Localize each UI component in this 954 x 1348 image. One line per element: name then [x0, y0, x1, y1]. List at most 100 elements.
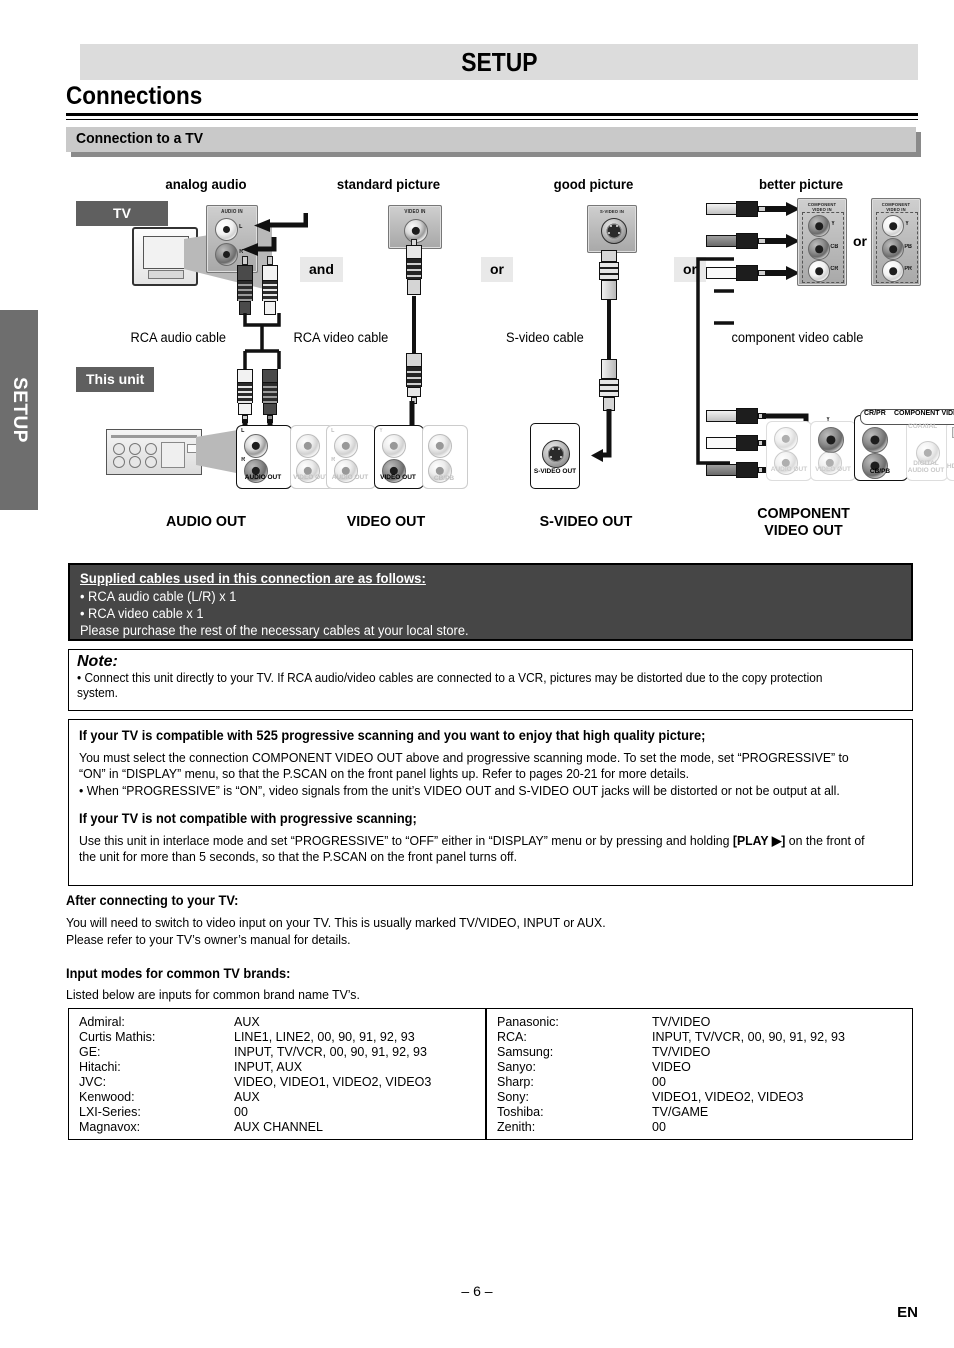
tv-s-video-in-panel: S-VIDEO IN: [587, 205, 637, 253]
brand-name: Panasonic:: [497, 1015, 559, 1029]
brand-inputs: LINE1, LINE2, 00, 90, 91, 92, 93: [234, 1030, 415, 1044]
arrow-s-video-out: [591, 409, 612, 462]
brand-name: Zenith:: [497, 1120, 536, 1134]
tv-comp-in-pb-jack: [882, 238, 904, 260]
brand-row: RCA: INPUT, TV/VCR, 00, 90, 91, 92, 93: [497, 1030, 902, 1045]
unit-audio-out-l-jack: [244, 434, 268, 458]
tv-comp-in-cb-label: CB: [830, 244, 839, 250]
unit-digital-audio-out-label: DIGITAL AUDIO OUT: [907, 460, 945, 474]
unit-illustration-audio: [106, 429, 202, 475]
brand-inputs: TV/VIDEO: [652, 1045, 711, 1059]
unit-audio-l-label: L: [241, 428, 245, 434]
out-label-s-video-out: S-VIDEO OUT: [539, 513, 633, 530]
page-banner: SETUP: [80, 44, 918, 80]
brand-row: Admiral: AUX: [79, 1015, 475, 1030]
out-label-video-out: VIDEO OUT: [346, 513, 426, 530]
brand-name: Sharp:: [497, 1075, 534, 1089]
unit-comp-crpr-jack: [862, 427, 888, 453]
progressive-scanning-box: If your TV is compatible with 525 progre…: [68, 719, 913, 886]
tv-component-in-caption-2: COMPONENT VIDEO IN: [881, 202, 911, 212]
brand-row: Sony: VIDEO1, VIDEO2, VIDEO3: [497, 1090, 902, 1105]
unit-video-out-label-dim: VIDEO OUT: [293, 474, 329, 481]
supplied-cables-box: Supplied cables used in this connection …: [68, 563, 913, 641]
unit-video-l-label-dim: L: [331, 428, 335, 434]
after-connecting-heading: After connecting to your TV:: [66, 893, 239, 908]
column-head-good-picture: good picture: [553, 176, 634, 192]
brand-name: Sanyo:: [497, 1060, 536, 1074]
unit-cbpb-label-dim2: CB/PB: [433, 475, 455, 482]
s-video-out-inner: [547, 445, 565, 463]
unit-y-label-dim: Y: [379, 428, 383, 434]
brand-row: Samsung: TV/VIDEO: [497, 1045, 902, 1060]
column-head-analog-audio: analog audio: [165, 176, 247, 192]
brand-table-right: Panasonic: TV/VIDEO RCA: INPUT, TV/VCR, 00,…: [486, 1008, 913, 1140]
brand-row: GE: INPUT, TV/VCR, 00, 90, 91, 92, 93: [79, 1045, 475, 1060]
rca-video-wire-upper: [412, 296, 416, 356]
s-video-inner: [606, 223, 622, 239]
tv-base: [147, 269, 185, 280]
tv-s-video-in-caption: S-VIDEO IN: [599, 209, 625, 214]
tv-comp-in-y-jack-2: [882, 215, 904, 237]
unit-comp-cbpb-label: CB/PB: [869, 468, 891, 475]
brand-name: Samsung:: [497, 1045, 554, 1059]
tv-comp-in-cr-label: CR: [830, 266, 839, 272]
component-plug-cr-tv: [706, 265, 766, 281]
unit-video-r-label-dim: R: [331, 457, 336, 463]
brand-row: Zenith: 00: [497, 1120, 902, 1135]
component-plug-y-tv: [706, 201, 766, 217]
unit-comp-l-jack-dim: [774, 427, 798, 451]
unit-s-video-out-panel: S-VIDEO OUT: [530, 423, 580, 489]
brand-row: Sharp: 00: [497, 1075, 902, 1090]
brand-row: Panasonic: TV/VIDEO: [497, 1015, 902, 1030]
brand-row: LXI-Series: 00: [79, 1105, 475, 1120]
out-label-component-video-out: VIDEO OUT: [764, 522, 843, 539]
unit-hdmi-out-label: HDMI OUT: [946, 463, 954, 470]
brand-inputs: AUX CHANNEL: [234, 1120, 323, 1134]
tv-audio-in-caption: AUDIO IN: [221, 209, 243, 215]
brand-row: Magnavox: AUX CHANNEL: [79, 1120, 475, 1135]
component-plug-y-unit: [706, 408, 766, 424]
unit-comp-audio-out-label-dim: AUDIO OUT: [770, 466, 808, 473]
supplied-cables-item-2: • RCA video cable x 1: [80, 606, 204, 621]
brand-name: JVC:: [79, 1075, 107, 1089]
tv-comp-in-y-jack: [808, 215, 830, 237]
divider-thick: [66, 113, 918, 116]
progressive-heading-2: If your TV is not compatible with progre…: [79, 811, 417, 826]
cable-label-s-video: S-video cable: [506, 330, 584, 345]
tv-s-video-in-jack: [601, 218, 627, 244]
language-code: EN: [897, 1304, 918, 1321]
brand-row: Hitachi: INPUT, AUX: [79, 1060, 475, 1075]
component-plug-cb-unit: [706, 435, 766, 451]
rca-plug-video-unit: [406, 353, 422, 404]
after-connecting-body: You will need to switch to video input o…: [66, 914, 882, 948]
brand-inputs: TV/GAME: [652, 1105, 709, 1119]
brand-name: GE:: [79, 1045, 101, 1059]
supplied-cables-title: Supplied cables used in this connection …: [80, 570, 426, 586]
divider-thin: [66, 119, 918, 120]
tv-component-video-in-panel-pbpr: COMPONENT VIDEO IN Y PB PR: [871, 198, 921, 286]
brand-row: Kenwood: AUX: [79, 1090, 475, 1105]
connector-and: and: [300, 257, 343, 282]
tv-comp-in-pb-label: PB: [904, 244, 912, 250]
rca-plug-tv-red: [237, 256, 253, 315]
unit-audio-out-label: AUDIO OUT: [244, 474, 282, 481]
brand-name: Kenwood:: [79, 1090, 135, 1104]
unit-comp-video-out-label-dim: VIDEO OUT: [815, 466, 851, 473]
brand-inputs: 00: [234, 1105, 248, 1119]
after-connecting-line-2: Please refer to your TV’s owner’s manual…: [66, 932, 351, 947]
chapter-tab-setup: SETUP: [0, 310, 38, 510]
section-bar-shadow-right: [916, 132, 921, 152]
brand-inputs: 00: [652, 1120, 666, 1134]
cable-label-rca-audio: RCA audio cable: [130, 330, 227, 345]
connection-diagram: analog audio standard picture good pictu…: [66, 165, 954, 550]
brand-row: Curtis Mathis: LINE1, LINE2, 00, 90, 91, …: [79, 1030, 475, 1045]
input-modes-heading: Input modes for common TV brands:: [66, 966, 291, 981]
column-head-better-picture: better picture: [758, 176, 844, 192]
note-title: Note:: [77, 653, 118, 670]
rca-plug-unit-red: [262, 369, 278, 423]
tv-component-in-caption-1: COMPONENT VIDEO IN: [807, 202, 837, 212]
chapter-tab-label: SETUP: [9, 377, 30, 443]
cable-label-rca-video: RCA video cable: [293, 330, 389, 345]
column-head-standard-picture: standard picture: [336, 176, 441, 192]
rca-plug-tv-white: [262, 256, 278, 315]
